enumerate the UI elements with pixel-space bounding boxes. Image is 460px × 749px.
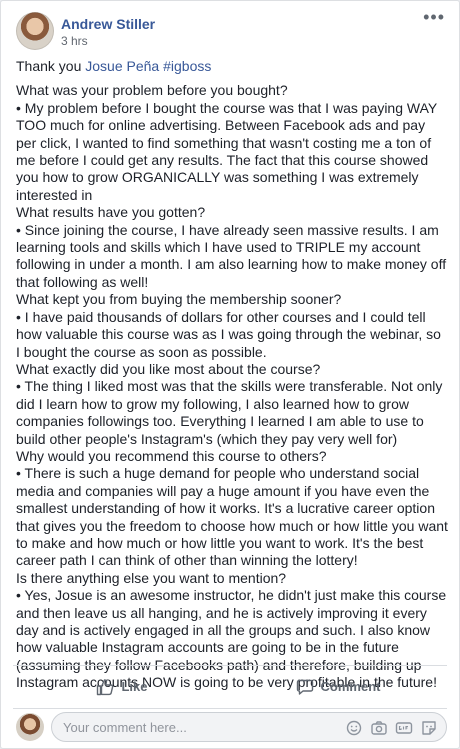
post-header: Andrew Stiller 3 hrs ••• [16, 8, 447, 52]
intro-text: Thank you [16, 58, 82, 74]
comment-placeholder: Your comment here... [63, 719, 187, 735]
commenter-avatar [16, 713, 44, 741]
answer-2: • Since joining the course, I have alrea… [16, 221, 447, 290]
comment-label: Comment [320, 679, 381, 694]
question-6: Is there anything else you want to menti… [16, 569, 287, 586]
question-1: What was your problem before you bought? [16, 82, 288, 99]
comment-icon [296, 679, 313, 695]
sticker-icon[interactable] [420, 719, 438, 737]
gif-icon[interactable] [395, 719, 413, 737]
question-5: Why would you recommend this course to o… [16, 447, 327, 464]
camera-icon[interactable] [370, 719, 388, 737]
author-name[interactable]: Andrew Stiller [61, 16, 155, 32]
comment-composer: Your comment here... [13, 712, 447, 742]
question-4: What exactly did you like most about the… [16, 360, 321, 377]
post-timestamp[interactable]: 3 hrs [61, 34, 88, 48]
post-intro: Thank you Josue Peña #igboss [16, 58, 448, 75]
post-body: Thank you Josue Peña #igboss What was yo… [16, 58, 448, 692]
thumbs-up-icon [97, 678, 114, 695]
answer-1: • My problem before I bought the course … [16, 99, 437, 203]
action-bar: Like Comment [13, 665, 447, 709]
more-options-icon[interactable]: ••• [423, 8, 445, 26]
post-card: Andrew Stiller 3 hrs ••• Thank you Josue… [0, 0, 460, 749]
question-2: What results have you gotten? [16, 204, 206, 221]
answer-4: • The thing I liked most was that the sk… [16, 378, 443, 447]
like-label: Like [121, 679, 148, 694]
answer-3: • I have paid thousands of dollars for o… [16, 308, 441, 360]
emoji-icon[interactable] [345, 719, 363, 737]
comment-input[interactable]: Your comment here... [51, 712, 447, 742]
composer-icons [345, 719, 438, 737]
comment-button[interactable]: Comment [229, 666, 447, 707]
author-avatar[interactable] [16, 12, 54, 50]
like-button[interactable]: Like [13, 666, 231, 707]
mention-link[interactable]: Josue Peña #igboss [85, 58, 211, 74]
question-3: What kept you from buying the membership… [16, 291, 342, 308]
answer-5: • There is such a huge demand for people… [16, 465, 448, 569]
